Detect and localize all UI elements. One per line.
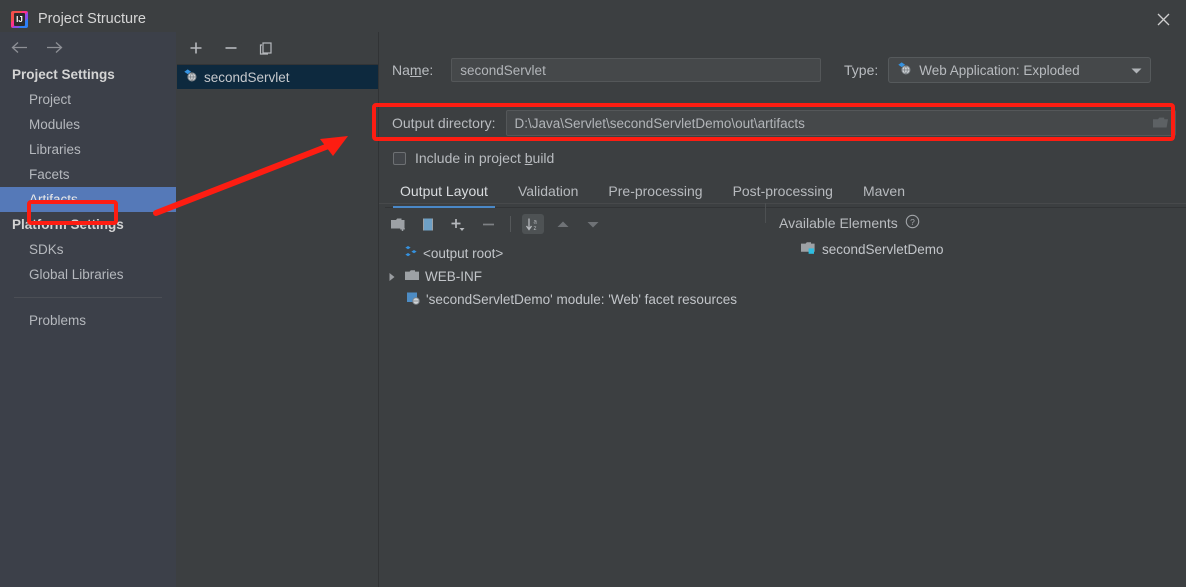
web-application-exploded-icon — [897, 61, 912, 79]
name-label: Name: — [392, 62, 434, 78]
intellij-idea-icon — [11, 10, 28, 28]
output-directory-label: Output directory: — [392, 115, 496, 131]
folder-icon[interactable] — [1150, 114, 1170, 132]
help-icon[interactable]: ? — [905, 214, 920, 232]
folder-icon — [404, 269, 420, 285]
sidebar-item-global-libraries[interactable]: Global Libraries — [0, 262, 176, 287]
artifacts-toolbar — [177, 32, 378, 65]
remove-artifact-button[interactable] — [222, 39, 240, 57]
minus-icon[interactable] — [477, 214, 499, 234]
type-row: Type: Web Application: Exploded — [844, 57, 1152, 83]
sidebar-item-project[interactable]: Project — [0, 87, 176, 112]
arrow-left-icon[interactable] — [9, 37, 29, 57]
sidebar-item-libraries[interactable]: Libraries — [0, 137, 176, 162]
sidebar-item-artifacts[interactable]: Artifacts — [0, 187, 176, 212]
name-input-value: secondServlet — [460, 62, 546, 78]
sidebar-navigation — [0, 32, 176, 62]
tree-row-label: <output root> — [423, 246, 504, 261]
type-label: Type: — [844, 62, 879, 78]
web-facet-icon — [406, 291, 421, 308]
copy-artifact-button[interactable] — [257, 39, 275, 57]
type-combobox[interactable]: Web Application: Exploded — [888, 57, 1152, 83]
arrow-right-icon[interactable] — [44, 37, 64, 57]
tree-row[interactable]: 'secondServletDemo' module: 'Web' facet … — [383, 288, 793, 311]
sidebar-item-facets[interactable]: Facets — [0, 162, 176, 187]
artifacts-list-panel: secondServlet — [177, 32, 379, 587]
module-icon — [800, 241, 816, 258]
settings-sidebar: Project Settings Project Modules Librari… — [0, 32, 176, 587]
tree-row-label: WEB-INF — [425, 269, 482, 284]
artifact-list-item[interactable]: secondServlet — [177, 65, 378, 89]
available-elements-item-label: secondServletDemo — [822, 242, 944, 257]
arrow-down-icon[interactable] — [582, 214, 604, 234]
svg-text:?: ? — [910, 217, 915, 227]
svg-text:z: z — [533, 226, 536, 232]
sidebar-item-modules[interactable]: Modules — [0, 112, 176, 137]
sidebar-divider — [14, 297, 162, 298]
panel-divider — [765, 203, 766, 223]
chevron-down-icon[interactable] — [1131, 63, 1142, 78]
sidebar-group-project-settings: Project Settings — [12, 67, 115, 82]
sidebar-item-sdks[interactable]: SDKs — [0, 237, 176, 262]
sort-alphabetical-icon[interactable]: a z — [522, 214, 544, 234]
output-layout-tree: <output root> WEB-INF 'secondServletDemo… — [383, 242, 793, 311]
toolbar-divider — [379, 203, 1186, 204]
arrow-up-icon[interactable] — [552, 214, 574, 234]
sidebar-group-platform-settings: Platform Settings — [12, 217, 124, 232]
chevron-right-icon[interactable] — [385, 272, 399, 282]
add-dropdown-icon[interactable] — [447, 214, 469, 234]
include-in-project-build-checkbox[interactable] — [393, 151, 406, 165]
artifact-editor-panel: Name: secondServlet Type: Web Applicatio… — [379, 32, 1186, 587]
svg-text:a: a — [533, 219, 537, 225]
available-elements-label: Available Elements — [779, 215, 898, 231]
artifact-root-icon — [404, 245, 418, 262]
type-combobox-value: Web Application: Exploded — [919, 62, 1080, 78]
include-in-project-build-row[interactable]: Include in project build — [393, 150, 554, 166]
new-folder-icon[interactable] — [387, 214, 409, 234]
output-directory-value: D:\Java\Servlet\secondServletDemo\out\ar… — [514, 115, 805, 131]
include-in-project-build-label: Include in project build — [415, 150, 555, 166]
add-artifact-button[interactable] — [187, 39, 205, 57]
available-elements-title: Available Elements ? — [779, 214, 920, 232]
toolbar-separator — [510, 216, 511, 232]
tree-row-label: 'secondServletDemo' module: 'Web' facet … — [426, 292, 737, 307]
web-application-exploded-icon — [183, 68, 198, 86]
available-elements-item[interactable]: secondServletDemo — [800, 241, 944, 258]
output-directory-row: Output directory: D:\Java\Servlet\second… — [392, 110, 1176, 136]
output-directory-input[interactable]: D:\Java\Servlet\secondServletDemo\out\ar… — [505, 110, 1176, 136]
project-structure-dialog: Project Structure Project Settings Proje… — [0, 0, 1186, 587]
tree-row[interactable]: WEB-INF — [383, 265, 793, 288]
window-title: Project Structure — [38, 11, 146, 27]
output-layout-toolbar: a z — [387, 214, 604, 234]
name-input[interactable]: secondServlet — [451, 58, 822, 82]
tree-row[interactable]: <output root> — [383, 242, 793, 265]
artifact-list-item-label: secondServlet — [204, 69, 290, 85]
sidebar-item-problems[interactable]: Problems — [0, 308, 176, 333]
archive-icon[interactable] — [417, 214, 439, 234]
